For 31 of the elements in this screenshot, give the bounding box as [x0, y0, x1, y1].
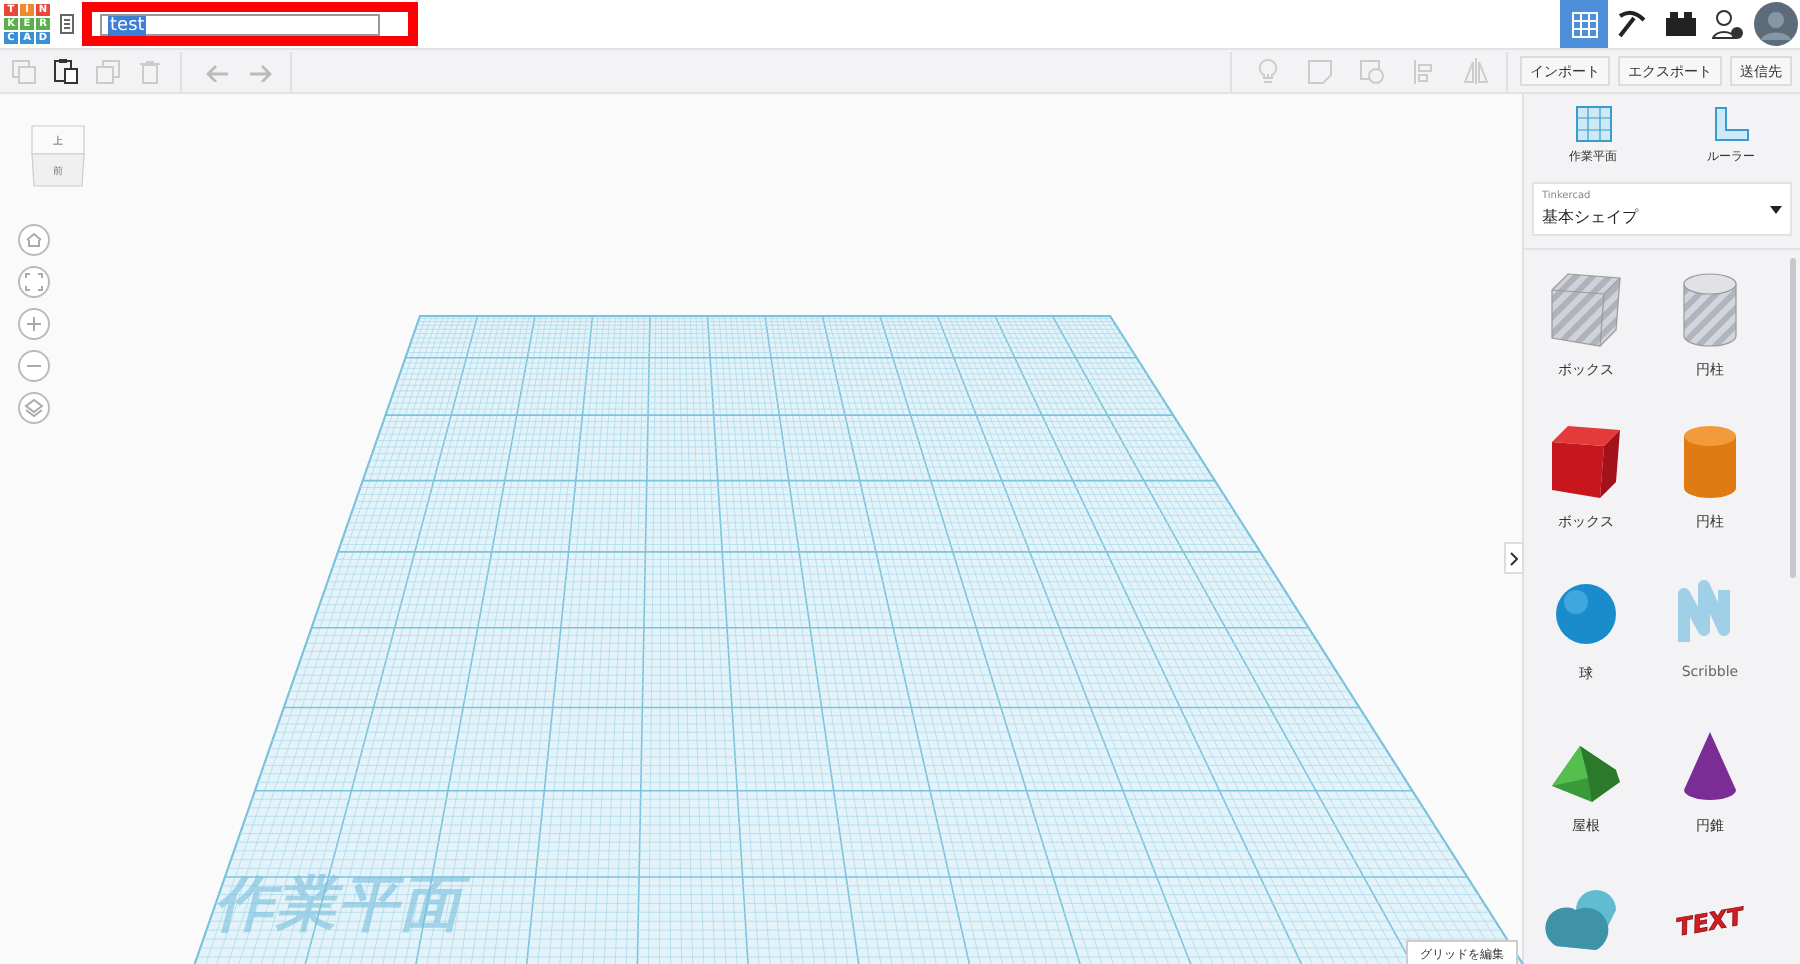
chevron-icon [1510, 551, 1518, 565]
ruler-icon[interactable] [1713, 106, 1749, 142]
trash-icon[interactable] [140, 59, 160, 83]
add-user-icon[interactable] [1712, 8, 1744, 40]
title-field[interactable]: test [100, 13, 380, 35]
copy-icon[interactable] [12, 59, 36, 83]
align-icon[interactable] [1414, 59, 1434, 83]
zoom-in-icon[interactable] [18, 308, 50, 340]
home-icon[interactable] [18, 224, 50, 256]
light-bulb-icon[interactable] [1258, 58, 1278, 84]
mirror-icon[interactable] [1464, 58, 1488, 84]
zoom-out-icon[interactable] [18, 350, 50, 382]
scrollbar[interactable] [1790, 258, 1796, 578]
pickaxe-icon [1616, 8, 1648, 40]
document-icon[interactable] [60, 14, 74, 34]
layers-icon[interactable] [18, 392, 50, 424]
fit-view-icon[interactable] [18, 266, 50, 298]
paste-icon[interactable] [54, 58, 78, 84]
redo-icon[interactable] [248, 61, 272, 81]
avatar-icon[interactable] [1754, 2, 1798, 46]
grid-icon [1571, 11, 1597, 37]
collapse-toggle[interactable] [1504, 542, 1524, 574]
workplane-icon[interactable] [1575, 106, 1611, 142]
duplicate-icon[interactable] [96, 59, 120, 83]
group-icon[interactable] [1360, 59, 1384, 83]
undo-icon[interactable] [206, 61, 230, 81]
dropdown-value: 基本シェイプ [1542, 206, 1641, 228]
note-icon[interactable] [1308, 59, 1332, 83]
caret-icon [1770, 205, 1782, 213]
brick-icon [1665, 12, 1695, 36]
text-shape-icon[interactable]: TEXT [1668, 878, 1752, 958]
